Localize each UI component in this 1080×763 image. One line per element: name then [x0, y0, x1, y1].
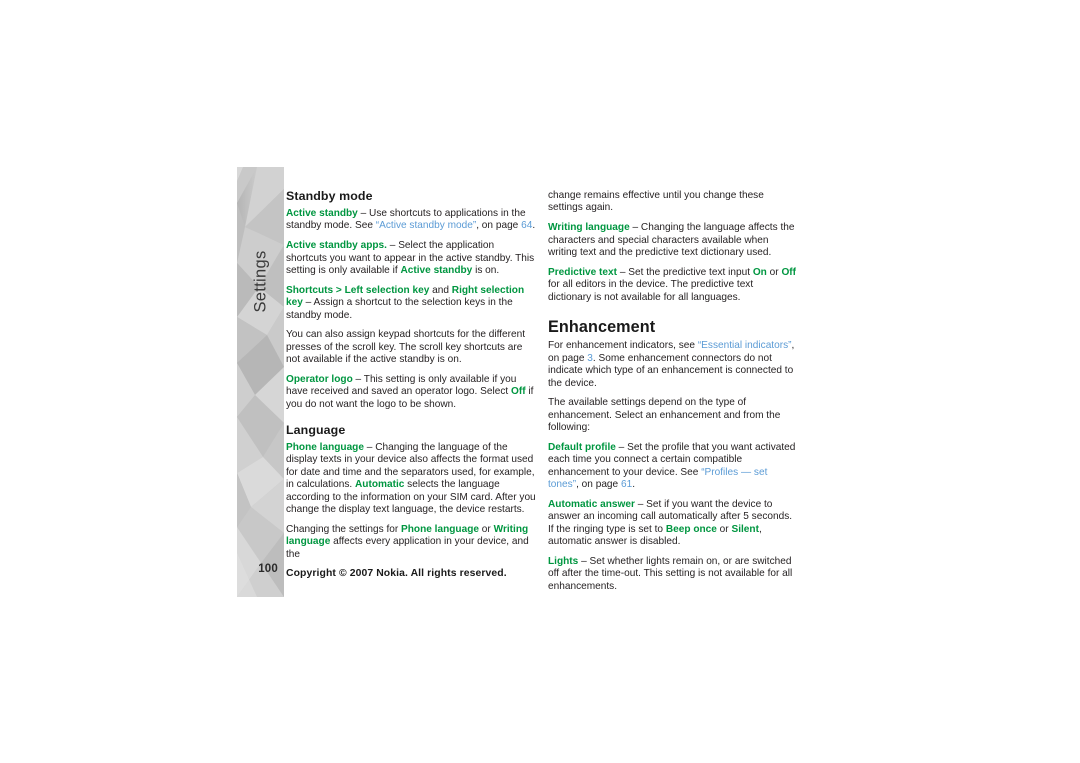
text-predictive-1: – Set the predictive text input — [617, 266, 753, 278]
term-active-standby: Active standby — [286, 207, 358, 219]
term-phone-language: Phone language — [286, 442, 364, 453]
term-active-standby-inline: Active standby — [400, 264, 473, 276]
text-changing-2: or — [479, 523, 494, 535]
term-predictive-text: Predictive text — [548, 266, 618, 278]
page-number: 100 — [258, 563, 278, 575]
tab-facet-texture — [237, 167, 284, 597]
link-active-standby-mode[interactable]: “Active standby mode” — [376, 220, 476, 231]
term-off: Off — [511, 386, 526, 398]
paragraph-active-standby: Active standby – Use shortcuts to applic… — [286, 208, 536, 233]
text-predictive-2: or — [766, 266, 782, 278]
text-lights-1: – Set whether lights remain on, or are s… — [548, 556, 793, 592]
text-active-standby-2: , on page — [476, 220, 522, 232]
paragraph-automatic-answer: Automatic answer – Set if you want the d… — [548, 499, 798, 549]
right-text-column: change remains effective until you chang… — [548, 190, 798, 593]
term-writing-language: Writing language — [548, 222, 630, 234]
paragraph-operator-logo: Operator logo – This setting is only ava… — [286, 374, 536, 411]
text-active-standby-3: . — [532, 220, 536, 232]
conjunction-and: and — [429, 284, 452, 296]
term-beep-once: Beep once — [665, 523, 717, 535]
paragraph-changing-settings: Changing the settings for Phone language… — [286, 524, 536, 561]
copyright-notice: Copyright © 2007 Nokia. All rights reser… — [286, 568, 507, 579]
paragraph-writing-language: Writing language – Changing the language… — [548, 222, 798, 259]
term-phone-language-inline: Phone language — [401, 523, 479, 535]
section-tab-settings: Settings 100 — [237, 167, 284, 597]
term-on: On — [752, 266, 767, 278]
term-active-standby-apps: Active standby apps. — [286, 240, 387, 252]
text-enh-ind-1: For enhancement indicators, see — [548, 340, 698, 352]
heading-language: Language — [286, 423, 346, 438]
paragraph-shortcuts: Shortcuts > Left selection key and Right… — [286, 285, 536, 322]
paragraph-keypad-shortcuts: You can also assign keypad shortcuts for… — [286, 329, 526, 366]
link-essential-indicators[interactable]: “Essential indicators” — [698, 340, 792, 351]
paragraph-predictive-text: Predictive text – Set the predictive tex… — [548, 267, 798, 304]
paragraph-active-standby-apps: Active standby apps. – Select the applic… — [286, 240, 536, 277]
term-operator-logo: Operator logo — [286, 373, 353, 385]
manual-page: Settings 100 Standby mode Active standby… — [0, 0, 1080, 763]
left-text-column: Standby mode Active standby – Use shortc… — [286, 190, 536, 561]
text-default-profile-3: . — [632, 479, 636, 491]
text-predictive-3: for all editors in the device. The predi… — [548, 279, 754, 303]
paragraph-default-profile: Default profile – Set the profile that y… — [548, 442, 798, 492]
text-shortcuts-1: – Assign a shortcut to the selection key… — [286, 297, 513, 321]
heading-enhancement: Enhancement — [548, 318, 656, 336]
paragraph-lights: Lights – Set whether lights remain on, o… — [548, 556, 798, 593]
text-apps-2: is on. — [472, 264, 500, 276]
term-left-selection-key: Left selection key — [344, 284, 430, 296]
tab-label: Settings — [251, 250, 269, 313]
separator-chevron: > — [333, 284, 345, 296]
text-auto-answer-2: or — [716, 523, 732, 535]
term-off-predictive: Off — [781, 266, 797, 278]
text-default-profile-2: , on page — [576, 479, 621, 491]
heading-standby-mode: Standby mode — [286, 189, 373, 203]
term-silent: Silent — [731, 523, 759, 535]
paragraph-phone-language: Phone language – Changing the language o… — [286, 442, 536, 517]
page-ref-61[interactable]: 61 — [621, 479, 632, 490]
term-default-profile: Default profile — [548, 442, 616, 453]
term-lights: Lights — [548, 556, 579, 567]
paragraph-change-remains: change remains effective until you chang… — [548, 190, 764, 214]
term-automatic-answer: Automatic answer — [548, 499, 635, 510]
text-changing-1: Changing the settings for — [286, 523, 402, 535]
term-automatic: Automatic — [355, 479, 405, 491]
term-shortcuts: Shortcuts — [286, 284, 334, 296]
paragraph-enhancement-indicators: For enhancement indicators, see “Essenti… — [548, 340, 798, 390]
page-ref-64[interactable]: 64 — [521, 220, 532, 231]
paragraph-available-settings: The available settings depend on the typ… — [548, 397, 781, 434]
